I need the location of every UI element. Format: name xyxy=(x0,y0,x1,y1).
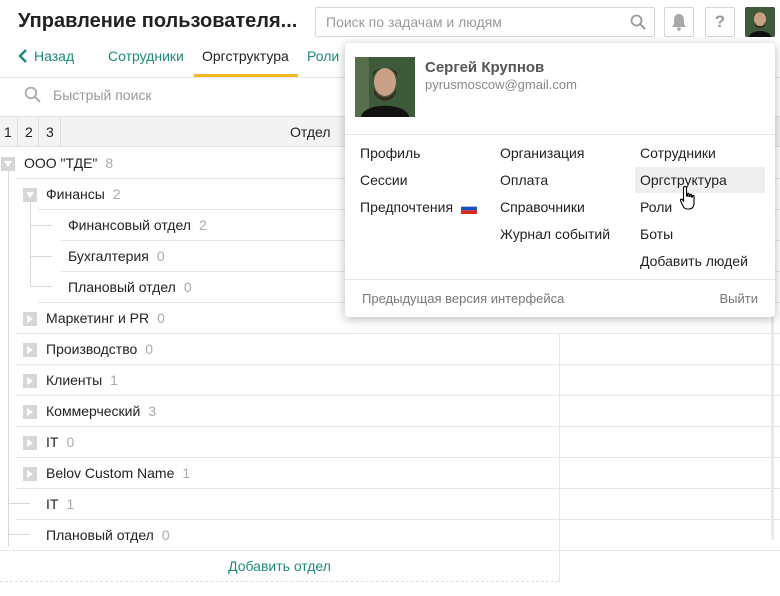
divider xyxy=(345,279,775,280)
expand-icon[interactable] xyxy=(23,405,37,419)
table-row[interactable]: Плановый отдел 0 xyxy=(0,520,780,551)
row-label: ООО "ТДЕ" xyxy=(24,155,98,171)
menu-item-bots[interactable]: Боты xyxy=(640,226,673,242)
expand-icon[interactable] xyxy=(23,467,37,481)
menu-item-profile[interactable]: Профиль xyxy=(360,145,420,161)
table-row[interactable]: IT 1 xyxy=(0,489,780,520)
menu-item-preferences-label: Предпочтения xyxy=(360,199,454,215)
row-label: IT xyxy=(46,434,59,450)
profile-menu-popup: Сергей Крупнов pyrusmoscow@gmail.com Про… xyxy=(345,43,775,317)
row-count: 8 xyxy=(105,155,114,171)
menu-item-roles[interactable]: Роли xyxy=(640,199,672,215)
row-count: 0 xyxy=(161,527,170,543)
search-icon xyxy=(24,86,41,103)
row-count: 0 xyxy=(183,279,192,295)
page-title: Управление пользователя... xyxy=(18,10,298,32)
tab-employees[interactable]: Сотрудники xyxy=(108,48,184,64)
table-row[interactable]: Belov Custom Name 1 xyxy=(0,458,780,489)
column-header-department: Отдел xyxy=(290,124,331,140)
menu-item-catalogs[interactable]: Справочники xyxy=(500,199,585,215)
collapse-icon[interactable] xyxy=(1,157,15,171)
row-label: Belov Custom Name xyxy=(46,465,175,481)
row-label: Финансовый отдел xyxy=(68,217,191,233)
menu-item-organization[interactable]: Организация xyxy=(500,145,584,161)
column-separator xyxy=(38,117,39,147)
table-row[interactable]: Производство 0 xyxy=(0,334,780,365)
collapse-icon[interactable] xyxy=(23,188,37,202)
logout-link[interactable]: Выйти xyxy=(720,291,759,306)
tab-roles[interactable]: Роли xyxy=(307,48,339,64)
level-1-button[interactable]: 1 xyxy=(4,124,12,140)
row-label: IT xyxy=(46,496,59,512)
row-count: 3 xyxy=(148,403,157,419)
back-label: Назад xyxy=(34,48,75,64)
row-label: Производство xyxy=(46,341,138,357)
global-search[interactable] xyxy=(315,7,655,37)
russian-flag-icon xyxy=(460,202,477,214)
quick-search[interactable]: Быстрый поиск xyxy=(24,86,152,103)
menu-item-add-people[interactable]: Добавить людей xyxy=(640,253,748,269)
hand-cursor-icon xyxy=(679,185,695,210)
row-count: 0 xyxy=(156,248,165,264)
previous-interface-link[interactable]: Предыдущая версия интерфейса xyxy=(362,291,564,306)
row-count: 2 xyxy=(112,186,121,202)
menu-item-employees[interactable]: Сотрудники xyxy=(640,145,716,161)
table-row[interactable]: Коммерческий 3 xyxy=(0,396,780,427)
table-row[interactable]: Клиенты 1 xyxy=(0,365,780,396)
row-count: 1 xyxy=(110,372,118,388)
menu-item-payment[interactable]: Оплата xyxy=(500,172,548,188)
avatar[interactable] xyxy=(745,7,775,37)
user-photo-icon xyxy=(355,57,415,117)
row-label: Маркетинг и PR xyxy=(46,310,150,326)
row-count: 0 xyxy=(145,341,154,357)
global-search-input[interactable] xyxy=(316,8,616,36)
quick-search-placeholder: Быстрый поиск xyxy=(53,86,152,103)
column-divider xyxy=(559,334,560,582)
table-row[interactable]: IT 0 xyxy=(0,427,780,458)
level-2-button[interactable]: 2 xyxy=(25,124,33,140)
menu-item-event-log[interactable]: Журнал событий xyxy=(500,226,610,242)
user-photo-icon xyxy=(745,7,775,37)
expand-icon[interactable] xyxy=(23,343,37,357)
menu-item-sessions[interactable]: Сессии xyxy=(360,172,408,188)
row-label: Плановый отдел xyxy=(68,279,176,295)
help-button[interactable]: ? xyxy=(705,7,735,37)
user-email: pyrusmoscow@gmail.com xyxy=(425,77,577,92)
row-label: Финансы xyxy=(46,186,105,202)
expand-icon[interactable] xyxy=(23,374,37,388)
row-count: 2 xyxy=(198,217,207,233)
menu-item-preferences[interactable]: Предпочтения xyxy=(360,199,477,215)
level-3-button[interactable]: 3 xyxy=(46,124,54,140)
search-icon[interactable] xyxy=(630,14,646,30)
column-separator xyxy=(17,117,18,147)
tab-orgstructure[interactable]: Оргструктура xyxy=(202,48,289,64)
add-department-button[interactable]: Добавить отдел xyxy=(0,550,559,582)
row-count: 0 xyxy=(66,434,75,450)
divider xyxy=(345,134,775,135)
expand-icon[interactable] xyxy=(23,436,37,450)
row-label: Бухгалтерия xyxy=(68,248,149,264)
row-count: 0 xyxy=(157,310,165,326)
expand-icon[interactable] xyxy=(23,312,37,326)
row-count: 1 xyxy=(182,465,191,481)
column-separator xyxy=(60,117,61,147)
avatar xyxy=(355,57,415,117)
row-label: Коммерческий xyxy=(46,403,141,419)
row-count: 1 xyxy=(66,496,75,512)
notifications-button[interactable] xyxy=(664,7,694,37)
user-name: Сергей Крупнов xyxy=(425,59,545,76)
row-label: Клиенты xyxy=(46,372,103,388)
chevron-left-icon xyxy=(18,49,27,63)
back-link[interactable]: Назад xyxy=(18,48,74,64)
row-label: Плановый отдел xyxy=(46,527,154,543)
bell-icon xyxy=(672,14,686,31)
